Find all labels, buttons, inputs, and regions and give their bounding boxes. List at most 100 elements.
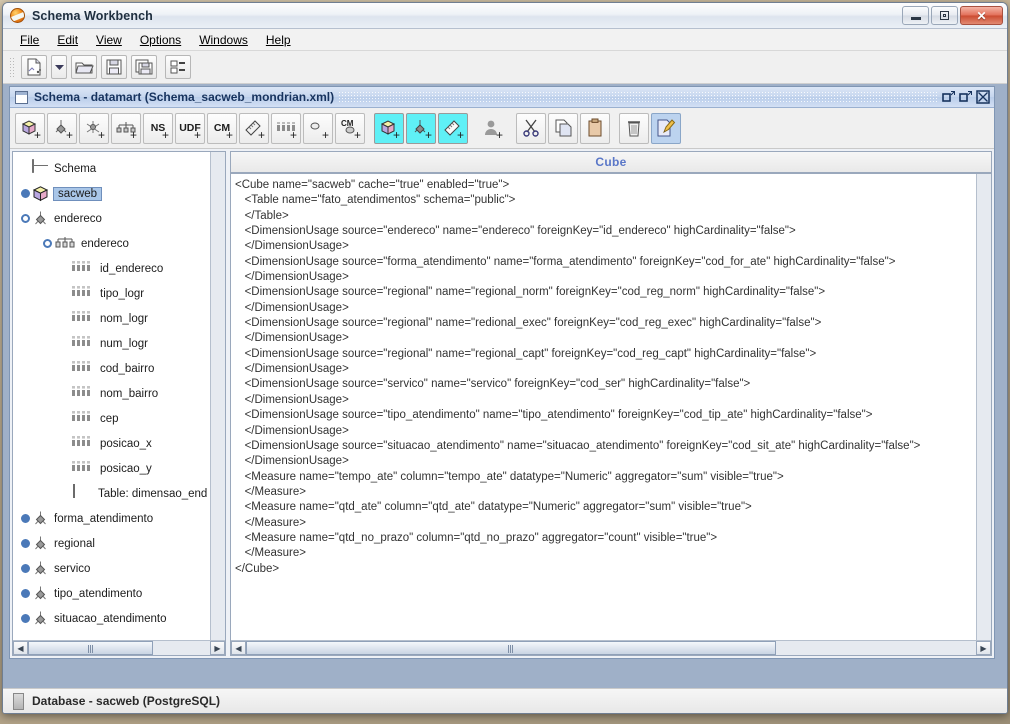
add-dimension-button[interactable]: + (47, 112, 77, 144)
level-icon (71, 260, 95, 277)
tree-toggle[interactable] (21, 514, 30, 523)
xml-line: </Measure> (235, 516, 306, 529)
tree-node-level[interactable]: num_logr (19, 331, 210, 356)
tree-toggle[interactable] (21, 589, 30, 598)
add-calculated-member-button[interactable]: CM + (207, 112, 237, 144)
tree-hscroll-right-arrow[interactable]: ▶ (210, 641, 225, 655)
tree-node-level[interactable]: cod_bairro (19, 356, 210, 381)
paste-button[interactable] (580, 112, 610, 144)
iframe-minimize-button[interactable] (942, 90, 956, 104)
tree-node-forma-atendimento[interactable]: forma_atendimento (19, 506, 210, 531)
iframe-close-button[interactable] (976, 90, 990, 104)
delete-button[interactable] (619, 112, 649, 144)
iframe-maximize-button[interactable] (959, 90, 973, 104)
tree-node-situacao-atendimento[interactable]: situacao_atendimento (19, 606, 210, 631)
content-horizontal-scrollbar[interactable]: ◀ ▶ (231, 640, 991, 655)
menu-options[interactable]: Options (131, 31, 190, 49)
tree-node-endereco-dimension[interactable]: endereco (19, 206, 210, 231)
menu-edit[interactable]: Edit (48, 31, 87, 49)
add-ns-button[interactable]: NS + (143, 112, 173, 144)
tree-node-level[interactable]: nom_logr (19, 306, 210, 331)
tree-node-sacweb[interactable]: sacweb (19, 181, 210, 206)
content-vscroll-track[interactable] (977, 174, 991, 640)
dimension-icon (32, 610, 49, 627)
add-virtual-cube-button[interactable]: + (374, 112, 404, 144)
tree-horizontal-scrollbar[interactable]: ◀ ▶ (13, 640, 225, 655)
tree-node-table[interactable]: Table: dimensao_end (19, 481, 210, 506)
tree-node-level[interactable]: nom_bairro (19, 381, 210, 406)
tree-node-servico[interactable]: servico (19, 556, 210, 581)
tree-toggle[interactable] (21, 214, 30, 223)
tree-node-regional[interactable]: regional (19, 531, 210, 556)
tree-vertical-scrollbar[interactable] (210, 152, 225, 640)
application-window: Schema Workbench ✕ File Edit View Option… (2, 2, 1008, 714)
add-property-button[interactable]: + (303, 112, 333, 144)
tree-vscroll-track[interactable] (211, 152, 225, 640)
tree-node-level[interactable]: id_endereco (19, 256, 210, 281)
tree-toggle[interactable] (43, 239, 52, 248)
edit-mode-button[interactable] (651, 112, 681, 144)
cut-button[interactable] (516, 112, 546, 144)
add-measure-button[interactable]: + (239, 112, 269, 144)
tree-toggle (21, 164, 30, 173)
window-maximize-button[interactable] (931, 6, 958, 25)
toolbar-drag-handle[interactable] (9, 57, 16, 77)
tree-node-schema[interactable]: Schema (19, 156, 210, 181)
add-level-button[interactable]: + (271, 112, 301, 144)
plus-badge-icon: + (97, 127, 105, 142)
content-hscroll-track[interactable] (246, 641, 976, 655)
preferences-button[interactable] (165, 55, 191, 79)
xml-viewer[interactable]: <Cube name="sacweb" cache="true" enabled… (231, 174, 976, 640)
add-calculated-member-property-button[interactable]: CM + (335, 112, 365, 144)
list-properties-icon (170, 60, 185, 73)
content-hscroll-left-arrow[interactable]: ◀ (231, 641, 246, 655)
hierarchy-icon (54, 235, 76, 252)
tree-node-level[interactable]: posicao_x (19, 431, 210, 456)
tree-node-endereco-hierarchy[interactable]: endereco (19, 231, 210, 256)
tree-toggle[interactable] (21, 539, 30, 548)
tree-hscroll-left-arrow[interactable]: ◀ (13, 641, 28, 655)
minimize-icon (910, 16, 921, 20)
open-button[interactable] (71, 55, 97, 79)
add-udf-button[interactable]: UDF + (175, 112, 205, 144)
schema-toolbar: + + + + NS + UDF + CM + + + + CM + + + +… (10, 108, 994, 149)
maximize-icon (940, 11, 949, 20)
add-hierarchy-button[interactable]: + (111, 112, 141, 144)
save-as-button[interactable] (131, 55, 157, 79)
xml-line: </DimensionUsage> (235, 455, 349, 468)
content-hscroll-right-arrow[interactable]: ▶ (976, 641, 991, 655)
add-role-button[interactable]: + (477, 113, 507, 144)
add-named-set-button[interactable]: + (79, 112, 109, 144)
plus-badge-icon: + (33, 127, 41, 142)
tree-toggle[interactable] (21, 189, 30, 198)
tree-node-label: sacweb (53, 186, 102, 201)
tree-hscroll-thumb[interactable] (28, 641, 153, 655)
tree-node-label: servico (54, 562, 91, 575)
new-schema-button[interactable] (21, 55, 47, 79)
add-cube-button[interactable]: + (15, 112, 45, 144)
menu-file[interactable]: File (11, 31, 48, 49)
database-schema-icon (32, 159, 49, 177)
add-virtual-cube-measure-button[interactable]: + (438, 112, 468, 144)
tree-node-tipo-atendimento[interactable]: tipo_atendimento (19, 581, 210, 606)
new-schema-dropdown-button[interactable] (51, 55, 67, 79)
save-button[interactable] (101, 55, 127, 79)
menu-view[interactable]: View (87, 31, 131, 49)
tree-node-label: Schema (54, 162, 97, 175)
content-hscroll-thumb[interactable] (246, 641, 776, 655)
window-close-button[interactable]: ✕ (960, 6, 1003, 25)
tree-node-level[interactable]: cep (19, 406, 210, 431)
menu-windows[interactable]: Windows (190, 31, 257, 49)
copy-button[interactable] (548, 112, 578, 144)
tree-hscroll-track[interactable] (28, 641, 210, 655)
plus-badge-icon: + (129, 127, 137, 142)
content-vertical-scrollbar[interactable] (976, 174, 991, 640)
add-virtual-cube-dimension-button[interactable]: + (406, 112, 436, 144)
scissors-cut-icon (523, 119, 539, 137)
tree-node-level[interactable]: tipo_logr (19, 281, 210, 306)
menu-help[interactable]: Help (257, 31, 300, 49)
tree-toggle[interactable] (21, 564, 30, 573)
tree-toggle[interactable] (21, 614, 30, 623)
tree-node-level[interactable]: posicao_y (19, 456, 210, 481)
window-minimize-button[interactable] (902, 6, 929, 25)
